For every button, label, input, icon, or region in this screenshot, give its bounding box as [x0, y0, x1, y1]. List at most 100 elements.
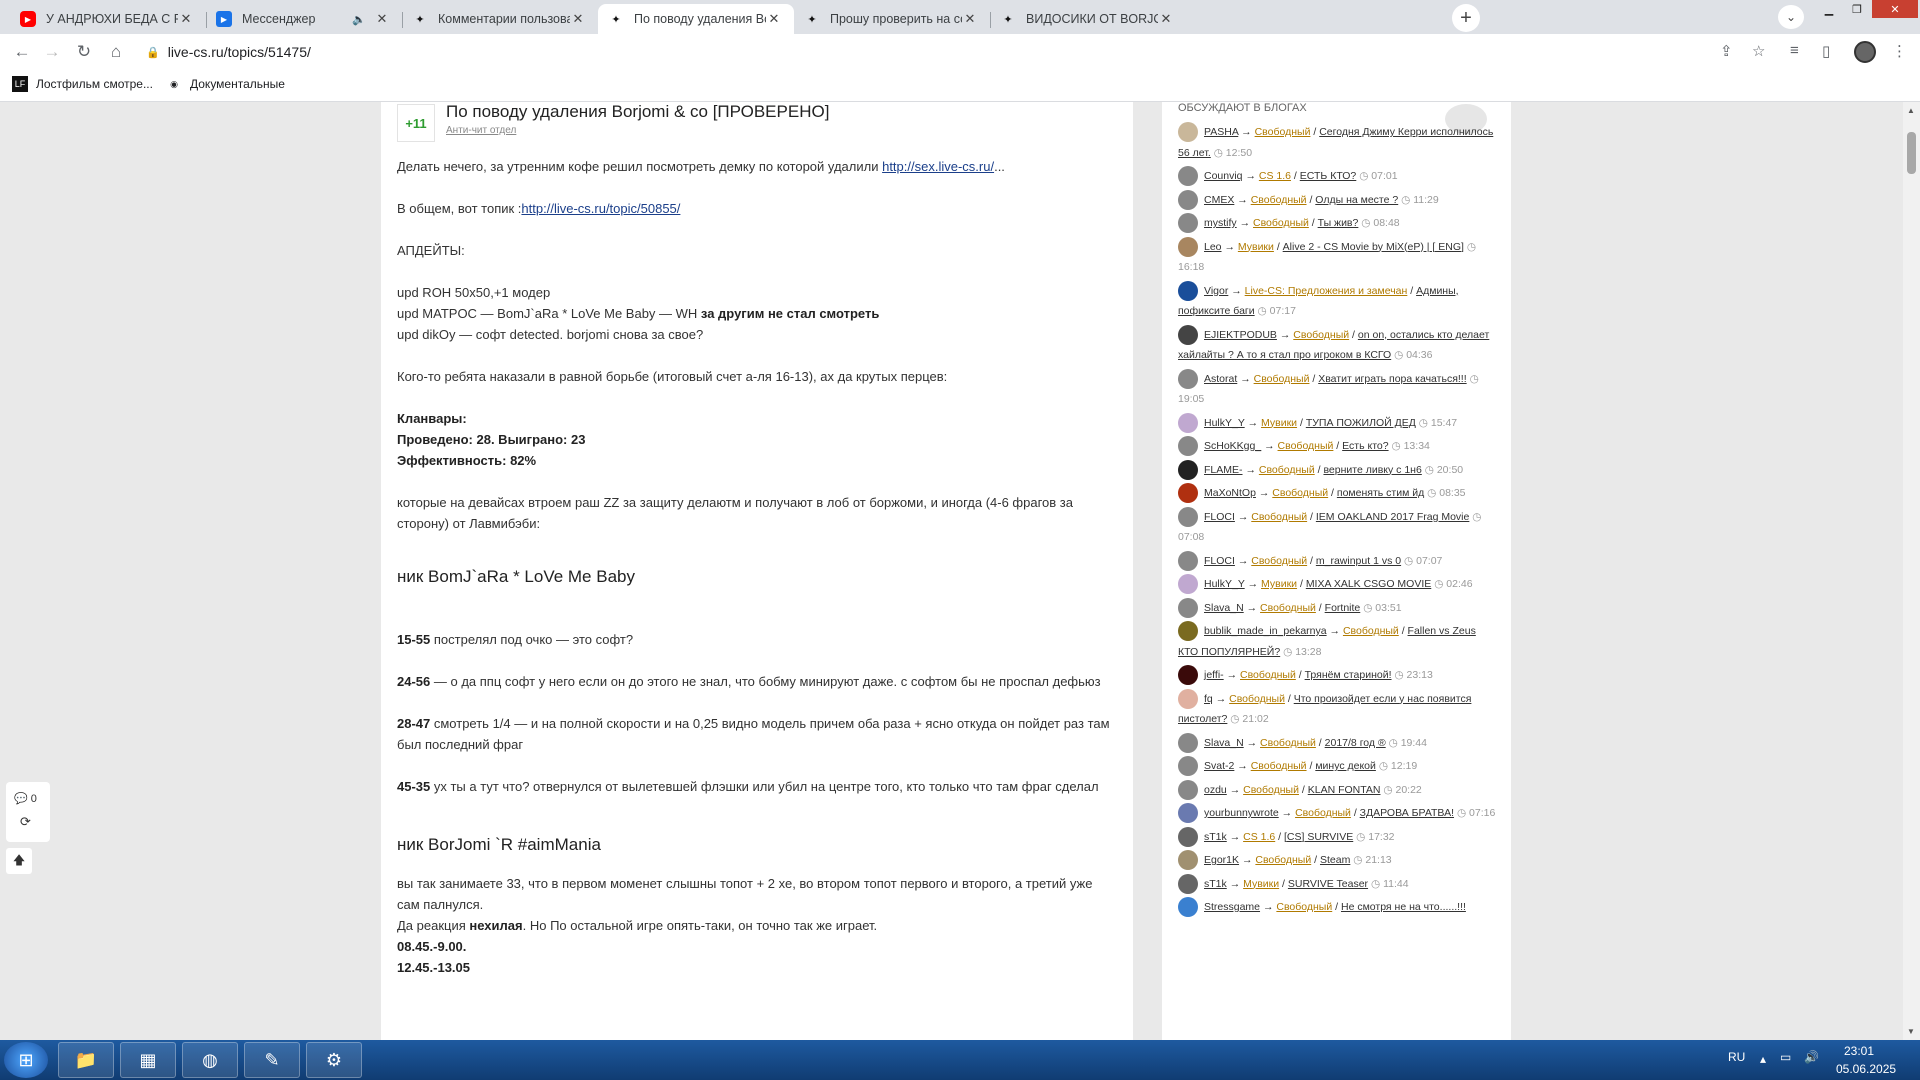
blog-user-link[interactable]: Slava_N	[1204, 602, 1244, 614]
blog-category-link[interactable]: Свободный	[1253, 217, 1309, 229]
blog-category-link[interactable]: Свободный	[1229, 693, 1285, 705]
blog-user-link[interactable]: HulkY_Y	[1204, 417, 1245, 429]
network-icon[interactable]: ▭	[1780, 1050, 1791, 1064]
blog-post-link[interactable]: Трянём стариной!	[1305, 669, 1392, 681]
blog-category-link[interactable]: Свободный	[1251, 194, 1307, 206]
avatar[interactable]	[1178, 213, 1198, 234]
blog-post-link[interactable]: ЗДАРОВА БРАТВА!	[1360, 807, 1454, 819]
blog-post-link[interactable]: 2017/8 год ®	[1325, 737, 1386, 749]
blog-post-link[interactable]: IEM OAKLAND 2017 Frag Movie	[1316, 511, 1469, 523]
avatar[interactable]	[1178, 236, 1198, 257]
avatar[interactable]	[1178, 621, 1198, 642]
topic-link[interactable]: http://live-cs.ru/topic/50855/	[521, 201, 680, 216]
refresh-icon[interactable]: ⟳	[20, 814, 31, 830]
avatar[interactable]	[1178, 873, 1198, 894]
blog-category-link[interactable]: Свободный	[1251, 555, 1307, 567]
tab-4[interactable]: ✦ По поводу удаления Borjomi &✕	[598, 4, 794, 34]
demo-link[interactable]: http://sex.live-cs.ru/	[882, 159, 994, 174]
avatar[interactable]	[1178, 756, 1198, 777]
avatar[interactable]	[1178, 324, 1198, 345]
tab-search-button[interactable]: ⌄	[1778, 5, 1804, 29]
mute-tab-icon[interactable]: 🔈	[352, 13, 366, 26]
back-icon[interactable]: ←	[10, 41, 34, 63]
blog-category-link[interactable]: Свободный	[1259, 464, 1315, 476]
blog-post-link[interactable]: Есть кто?	[1342, 440, 1388, 452]
page-scrollbar[interactable]: ▲ ▼	[1903, 102, 1920, 1040]
avatar[interactable]	[1178, 436, 1198, 457]
tab-5[interactable]: ✦ Прошу проверить на софт ребя✕	[794, 4, 990, 34]
scroll-up-arrow-icon[interactable]: ▲	[1907, 106, 1915, 115]
avatar[interactable]	[1178, 506, 1198, 527]
blog-category-link[interactable]: Свободный	[1276, 901, 1332, 913]
blog-user-link[interactable]: EJIEKTPODUB	[1204, 329, 1277, 341]
window-close-button[interactable]: ✕	[1872, 0, 1918, 18]
avatar[interactable]	[1178, 897, 1198, 918]
blog-user-link[interactable]: Egor1K	[1204, 854, 1239, 866]
address-bar[interactable]: 🔒 live-cs.ru/topics/51475/	[142, 39, 1846, 65]
blog-post-link[interactable]: Не смотря не на что......!!!	[1341, 901, 1466, 913]
blog-user-link[interactable]: Slava_N	[1204, 737, 1244, 749]
avatar[interactable]	[1178, 850, 1198, 871]
reload-icon[interactable]: ↻	[72, 41, 96, 63]
avatar[interactable]	[1178, 597, 1198, 618]
avatar[interactable]	[1178, 803, 1198, 824]
avatar[interactable]	[1178, 459, 1198, 480]
blog-user-link[interactable]: MaXoNtOp	[1204, 487, 1256, 499]
bookmark-lostfilm[interactable]: LF Лостфильм смотре...	[12, 76, 153, 92]
side-panel-icon[interactable]: ▯	[1822, 42, 1830, 60]
blog-category-link[interactable]: Свободный	[1293, 329, 1349, 341]
blog-user-link[interactable]: ScHoKKgg_	[1204, 440, 1261, 452]
blog-category-link[interactable]: Свободный	[1260, 602, 1316, 614]
blog-user-link[interactable]: yourbunnywrote	[1204, 807, 1279, 819]
blog-post-link[interactable]: Steam	[1320, 854, 1350, 866]
tab-6[interactable]: ✦ ВИДОСИКИ ОТ BORJOMI | Стра✕	[990, 4, 1186, 34]
blog-user-link[interactable]: PASHA	[1204, 126, 1238, 138]
tab-1[interactable]: ▶ У АНДРЮХИ БЕДА С РУКОЙ / П✕	[10, 4, 206, 34]
share-icon[interactable]: ⇪	[1720, 42, 1733, 60]
blog-user-link[interactable]: fq	[1204, 693, 1213, 705]
blog-category-link[interactable]: Свободный	[1251, 511, 1307, 523]
clock-time[interactable]: 23:01	[1844, 1044, 1874, 1058]
scroll-thumb[interactable]	[1907, 132, 1916, 174]
avatar[interactable]	[1178, 122, 1198, 143]
close-tab-icon[interactable]: ✕	[962, 11, 978, 27]
blog-category-link[interactable]: Свободный	[1272, 487, 1328, 499]
blog-user-link[interactable]: sT1k	[1204, 831, 1227, 843]
close-tab-icon[interactable]: ✕	[178, 11, 194, 27]
blog-user-link[interactable]: ozdu	[1204, 784, 1227, 796]
explorer-icon[interactable]: 📁	[58, 1042, 114, 1078]
blog-category-link[interactable]: Мувики	[1243, 878, 1279, 890]
avatar[interactable]	[1178, 166, 1198, 187]
profile-avatar[interactable]	[1854, 41, 1876, 63]
minimize-button[interactable]: ▁	[1816, 0, 1842, 18]
maximize-button[interactable]: ❐	[1844, 0, 1870, 18]
blog-user-link[interactable]: sT1k	[1204, 878, 1227, 890]
avatar[interactable]	[1178, 779, 1198, 800]
floating-comments-widget[interactable]: 💬 0 ⟳	[6, 782, 50, 842]
blog-category-link[interactable]: Свободный	[1243, 784, 1299, 796]
blog-category-link[interactable]: Свободный	[1278, 440, 1334, 452]
blog-category-link[interactable]: Свободный	[1260, 737, 1316, 749]
blog-post-link[interactable]: [CS] SURVIVE	[1284, 831, 1353, 843]
blog-post-link[interactable]: m_rawinput 1 vs 0	[1316, 555, 1401, 567]
blog-post-link[interactable]: Fortnite	[1325, 602, 1361, 614]
blog-post-link[interactable]: MIXA XALK CSGO MOVIE	[1306, 578, 1431, 590]
blog-post-link[interactable]: Хватит играть пора качаться!!!	[1318, 373, 1466, 385]
blog-user-link[interactable]: Counviq	[1204, 170, 1243, 182]
blog-category-link[interactable]: Свободный	[1251, 760, 1307, 772]
clock-date[interactable]: 05.06.2025	[1836, 1062, 1896, 1076]
home-icon[interactable]: ⌂	[104, 41, 128, 63]
blog-user-link[interactable]: bublik_made_in_pekarnya	[1204, 625, 1327, 637]
steam-icon[interactable]: ⚙	[306, 1042, 362, 1078]
blog-category-link[interactable]: Live-CS: Предложения и замечан	[1245, 285, 1408, 297]
blog-user-link[interactable]: FLOCI	[1204, 555, 1235, 567]
blog-user-link[interactable]: Stressgame	[1204, 901, 1260, 913]
menu-icon[interactable]: ⋮	[1892, 42, 1907, 60]
blog-category-link[interactable]: Свободный	[1255, 854, 1311, 866]
blog-post-link[interactable]: Alive 2 - CS Movie by MiX(eP) | [ ENG]	[1283, 241, 1464, 253]
media-player-icon[interactable]: ▦	[120, 1042, 176, 1078]
language-indicator[interactable]: RU	[1728, 1050, 1745, 1064]
scroll-up-button[interactable]: 🡅	[6, 848, 32, 874]
blog-post-link[interactable]: ЕСТЬ КТО?	[1300, 170, 1357, 182]
post-category-link[interactable]: Анти-чит отдел	[446, 125, 516, 136]
